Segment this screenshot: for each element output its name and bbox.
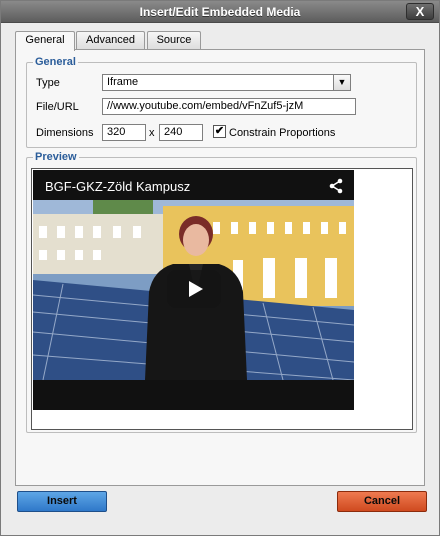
- tab-advanced[interactable]: Advanced: [76, 31, 145, 50]
- general-fieldset: General Type Iframe ▼ File/URL //www.you…: [26, 56, 417, 148]
- video-title[interactable]: BGF-GKZ-Zöld Kampusz: [45, 179, 190, 194]
- preview-frame: BGF-GKZ-Zöld Kampusz: [31, 168, 413, 430]
- preview-fieldset: Preview BGF-GKZ-Zöld Kampusz: [26, 151, 417, 433]
- dimensions-label: Dimensions: [36, 127, 94, 139]
- media-dialog: Insert/Edit Embedded Media X General Adv…: [0, 0, 440, 536]
- checkmark-icon: ✔: [214, 125, 225, 137]
- file-url-label: File/URL: [36, 101, 79, 113]
- share-icon[interactable]: [328, 178, 344, 194]
- file-url-input[interactable]: //www.youtube.com/embed/vFnZuf5-jzM: [102, 98, 356, 115]
- type-label: Type: [36, 77, 60, 89]
- insert-button[interactable]: Insert: [17, 491, 107, 512]
- dialog-title: Insert/Edit Embedded Media: [139, 5, 301, 19]
- preview-legend: Preview: [33, 151, 79, 163]
- tab-source[interactable]: Source: [147, 31, 201, 50]
- chevron-down-icon[interactable]: ▼: [333, 75, 350, 90]
- constrain-proportions-label: Constrain Proportions: [229, 127, 336, 139]
- width-input[interactable]: 320: [102, 124, 146, 141]
- type-select[interactable]: Iframe ▼: [102, 74, 351, 91]
- embedded-video[interactable]: BGF-GKZ-Zöld Kampusz: [33, 170, 354, 410]
- constrain-proportions-checkbox[interactable]: ✔: [213, 125, 226, 138]
- type-select-value: Iframe: [107, 76, 139, 88]
- tab-general[interactable]: General: [15, 31, 75, 51]
- tab-panel-general: General Type Iframe ▼ File/URL //www.you…: [15, 49, 425, 486]
- general-legend: General: [33, 56, 78, 68]
- cancel-button[interactable]: Cancel: [337, 491, 427, 512]
- close-button[interactable]: X: [406, 3, 434, 20]
- height-input[interactable]: 240: [159, 124, 203, 141]
- dialog-titlebar[interactable]: Insert/Edit Embedded Media X: [1, 1, 439, 23]
- play-button[interactable]: [167, 270, 221, 308]
- dimensions-separator: x: [149, 127, 155, 139]
